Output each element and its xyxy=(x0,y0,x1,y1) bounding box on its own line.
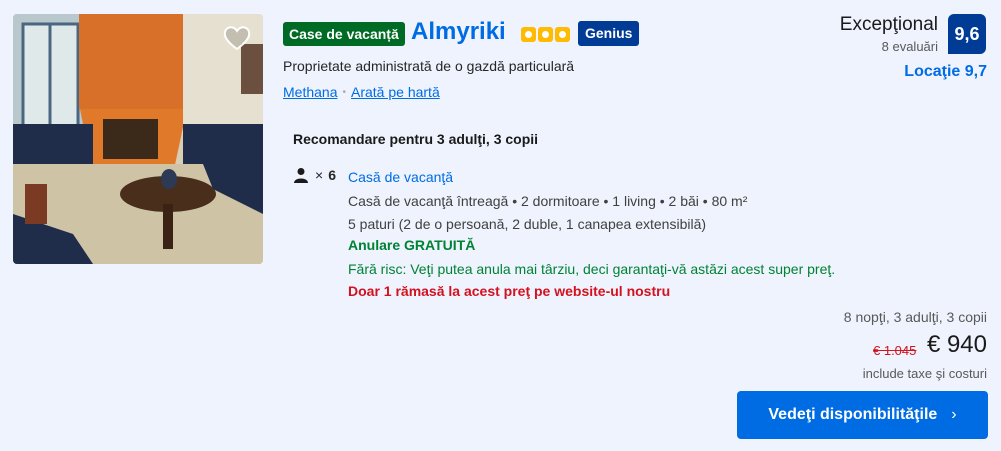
unit-details: Casă de vacanţă întreagă • 2 dormitoare … xyxy=(348,193,748,209)
taxes-note: include taxe şi costuri xyxy=(862,366,987,381)
unit-type-link[interactable]: Casă de vacanţă xyxy=(348,169,453,185)
property-title-link[interactable]: Almyriki xyxy=(411,15,506,49)
free-cancellation: Anulare GRATUITĂ xyxy=(348,237,476,253)
favorite-button[interactable] xyxy=(222,24,252,52)
review-count: 8 evaluări xyxy=(881,39,938,54)
recommendation-title: Recomandare pentru 3 adulţi, 3 copii xyxy=(293,131,539,147)
star-icon xyxy=(521,27,536,42)
star-rating xyxy=(521,27,570,42)
genius-badge[interactable]: Genius xyxy=(578,21,640,46)
location-score[interactable]: Locaţie 9,7 xyxy=(904,63,987,81)
location-links: Methana • Arată pe hartă xyxy=(283,84,440,100)
original-price: € 1.045 xyxy=(873,343,917,358)
property-type-badge: Case de vacanță xyxy=(283,22,405,46)
review-score-badge[interactable]: 9,6 xyxy=(948,14,986,54)
location-link[interactable]: Methana xyxy=(283,84,337,100)
occupancy-multiplier: × xyxy=(315,167,324,183)
person-icon xyxy=(294,168,308,183)
current-price: € 940 xyxy=(926,331,987,358)
host-note: Proprietate administrată de o gazdă part… xyxy=(283,58,575,74)
no-risk-note: Fără risc: Veţi putea anula mai târziu, … xyxy=(348,261,836,277)
occupancy-count: 6 xyxy=(328,167,336,183)
occupancy: × 6 xyxy=(293,167,336,183)
show-on-map-link[interactable]: Arată pe hartă xyxy=(351,84,440,100)
see-availability-button[interactable]: Vedeţi disponibilităţile › xyxy=(737,391,988,439)
see-availability-label: Vedeţi disponibilităţile xyxy=(768,406,938,423)
scarcity-message: Doar 1 rămasă la acest preţ pe website-u… xyxy=(348,283,671,299)
star-icon xyxy=(538,27,553,42)
heart-icon xyxy=(223,26,251,51)
stay-summary: 8 nopţi, 3 adulţi, 3 copii xyxy=(843,309,987,325)
star-icon xyxy=(555,27,570,42)
chevron-right-icon: › xyxy=(951,406,957,423)
separator-dot: • xyxy=(342,86,346,98)
bed-details: 5 paturi (2 de o persoană, 2 duble, 1 ca… xyxy=(348,216,707,232)
review-score-word[interactable]: Excepţional xyxy=(840,14,938,36)
